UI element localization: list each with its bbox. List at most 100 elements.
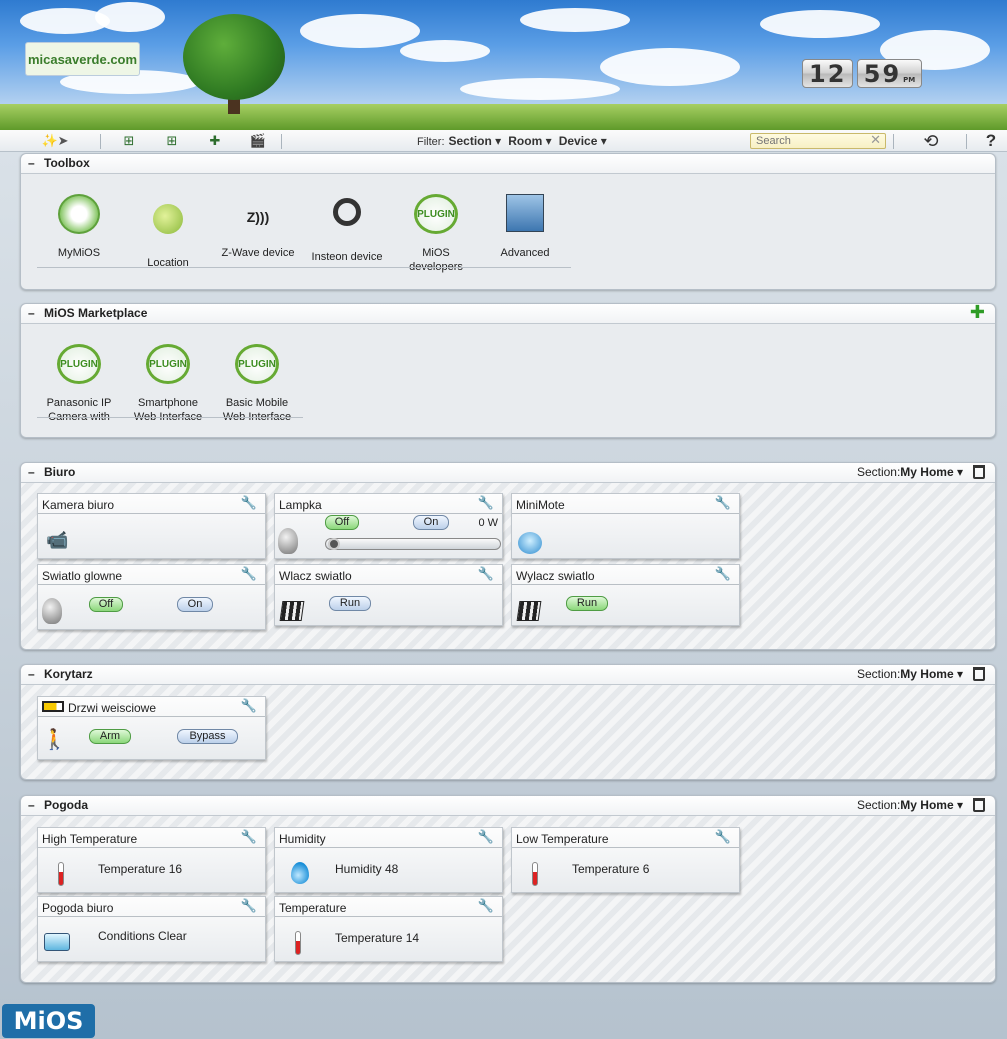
device-card: Wylacz swiatlo 🔧 Run (511, 564, 740, 626)
wrench-icon[interactable]: 🔧 (478, 495, 494, 511)
sensor-value: Conditions Clear (98, 929, 187, 943)
arm-button[interactable]: Arm (89, 729, 131, 744)
toolbox-item-zwave[interactable]: Z))) Z-Wave device (216, 194, 300, 260)
section-select[interactable]: Section:My Home ▾ (857, 463, 963, 482)
toolbox-item-location[interactable]: Location (126, 194, 210, 270)
search-input[interactable] (756, 135, 866, 147)
on-button[interactable]: On (177, 597, 213, 612)
wrench-icon[interactable]: 🔧 (241, 495, 257, 511)
device-name: Temperature (279, 901, 347, 915)
wrench-icon[interactable]: 🔧 (241, 698, 257, 714)
panel-title: MiOS Marketplace (44, 306, 148, 320)
device-card: Humidity 🔧 Humidity 48 (274, 827, 503, 893)
water-drop-icon (291, 862, 309, 884)
device-card: Low Temperature 🔧 Temperature 6 (511, 827, 740, 893)
off-button[interactable]: Off (89, 597, 123, 612)
add-scene-clap-icon[interactable]: 🎬 (247, 133, 269, 149)
collapse-icon[interactable]: – (28, 665, 35, 684)
wizard-icon[interactable]: ✨➤ (38, 133, 72, 149)
collapse-icon[interactable]: – (28, 154, 35, 173)
section-select[interactable]: Section:My Home ▾ (857, 796, 963, 815)
device-name: Swiatlo glowne (42, 569, 123, 583)
marketplace-item-basic-mobile[interactable]: PLUGIN Basic Mobile Web Interface (215, 344, 299, 424)
device-name: Kamera biuro (42, 498, 115, 512)
clock-minute: 59 PM (856, 59, 923, 88)
scene-clapper-icon (279, 601, 305, 621)
wrench-icon[interactable]: 🔧 (241, 829, 257, 845)
toolbox-item-mios-developers[interactable]: PLUGIN MiOS developers (394, 194, 478, 274)
filter-device[interactable]: Device ▾ (559, 134, 607, 148)
toolbox-item-mymios[interactable]: MyMiOS (37, 194, 121, 260)
power-readout: 0 W (478, 517, 498, 529)
collapse-icon[interactable]: – (28, 796, 35, 815)
device-name: Drzwi weisciowe (68, 701, 157, 715)
collapse-icon[interactable]: – (28, 463, 35, 482)
plugin-icon: PLUGIN (234, 344, 280, 390)
section-select[interactable]: Section:My Home ▾ (857, 665, 963, 684)
magnifier-icon (502, 194, 548, 240)
wrench-icon[interactable]: 🔧 (715, 566, 731, 582)
clear-search-icon[interactable]: ✕ (870, 133, 881, 147)
device-name: Wylacz swiatlo (516, 569, 595, 583)
add-plugin-icon[interactable]: ✚ (970, 303, 985, 322)
device-card: Pogoda biuro 🔧 Conditions Clear (37, 896, 266, 962)
device-card: Swiatlo glowne 🔧 Off On (37, 564, 266, 630)
device-name: MiniMote (516, 498, 565, 512)
collapse-icon[interactable]: – (28, 304, 35, 323)
add-scene-icon[interactable]: ✚ (204, 133, 226, 149)
sensor-value: Humidity 48 (335, 862, 399, 876)
wrench-icon[interactable]: 🔧 (241, 898, 257, 914)
run-button[interactable]: Run (329, 596, 371, 611)
device-card: Kamera biuro 🔧 📹 (37, 493, 266, 559)
room-title: Pogoda (44, 798, 88, 812)
camera-icon: 📹 (46, 530, 69, 550)
marketplace-item-smartphone[interactable]: PLUGIN Smartphone Web Interface (126, 344, 210, 424)
wrench-icon[interactable]: 🔧 (715, 495, 731, 511)
sensor-value: Temperature 6 (572, 862, 650, 876)
trash-icon[interactable] (973, 798, 985, 812)
help-icon[interactable]: ? (980, 132, 1002, 149)
device-name: Lampka (279, 498, 322, 512)
refresh-icon[interactable]: ⟲ (920, 132, 942, 150)
toolbox-item-insteon[interactable]: Insteon device (305, 194, 389, 264)
run-button[interactable]: Run (566, 596, 608, 611)
off-button[interactable]: Off (325, 515, 359, 530)
device-card: Temperature 🔧 Temperature 14 (274, 896, 503, 962)
toolbox-item-advanced[interactable]: Advanced (483, 194, 567, 260)
device-card: Drzwi weisciowe 🔧 🚶 Arm Bypass (37, 696, 266, 760)
dimmer-slider[interactable] (325, 538, 501, 550)
wrench-icon[interactable]: 🔧 (478, 898, 494, 914)
wrench-icon[interactable]: 🔧 (478, 829, 494, 845)
wrench-icon[interactable]: 🔧 (715, 829, 731, 845)
wrench-icon[interactable]: 🔧 (241, 566, 257, 582)
on-button[interactable]: On (413, 515, 449, 530)
plugin-icon: PLUGIN (56, 344, 102, 390)
filter-section[interactable]: Section ▾ (449, 134, 502, 148)
sensor-value: Temperature 14 (335, 931, 420, 945)
search-box: ✕ (750, 133, 886, 149)
room-panel-biuro: – Biuro Section:My Home ▾ Kamera biuro 🔧 📹 … (20, 462, 996, 650)
room-panel-pogoda: – Pogoda Section:My Home ▾ High Temperatur… (20, 795, 996, 983)
wrench-icon[interactable]: 🔧 (478, 566, 494, 582)
zwave-icon: Z))) (246, 209, 270, 225)
motion-sensor-icon: 🚶 (42, 729, 67, 751)
bypass-button[interactable]: Bypass (177, 729, 238, 744)
house-icon (56, 194, 102, 240)
add-room-icon[interactable]: ⊞ (161, 133, 183, 149)
marketplace-item-panasonic[interactable]: PLUGIN Panasonic IP Camera with (37, 344, 121, 424)
room-panel-korytarz: – Korytarz Section:My Home ▾ Drzwi weiscio… (20, 664, 996, 780)
filter-label: Filter: (417, 136, 445, 148)
clock: 12 59 PM (802, 59, 923, 89)
bulb-icon (278, 528, 298, 554)
trash-icon[interactable] (973, 667, 985, 681)
filter-room[interactable]: Room ▾ (508, 134, 551, 148)
globe-icon (145, 204, 191, 250)
add-device-icon[interactable]: ⊞ (118, 133, 140, 149)
device-card: MiniMote 🔧 (511, 493, 740, 559)
device-name: Wlacz swiatlo (279, 569, 352, 583)
room-title: Korytarz (44, 667, 93, 681)
weather-chip-icon (44, 933, 70, 951)
trash-icon[interactable] (973, 465, 985, 479)
thermometer-icon (532, 862, 538, 886)
insteon-icon (324, 198, 370, 244)
